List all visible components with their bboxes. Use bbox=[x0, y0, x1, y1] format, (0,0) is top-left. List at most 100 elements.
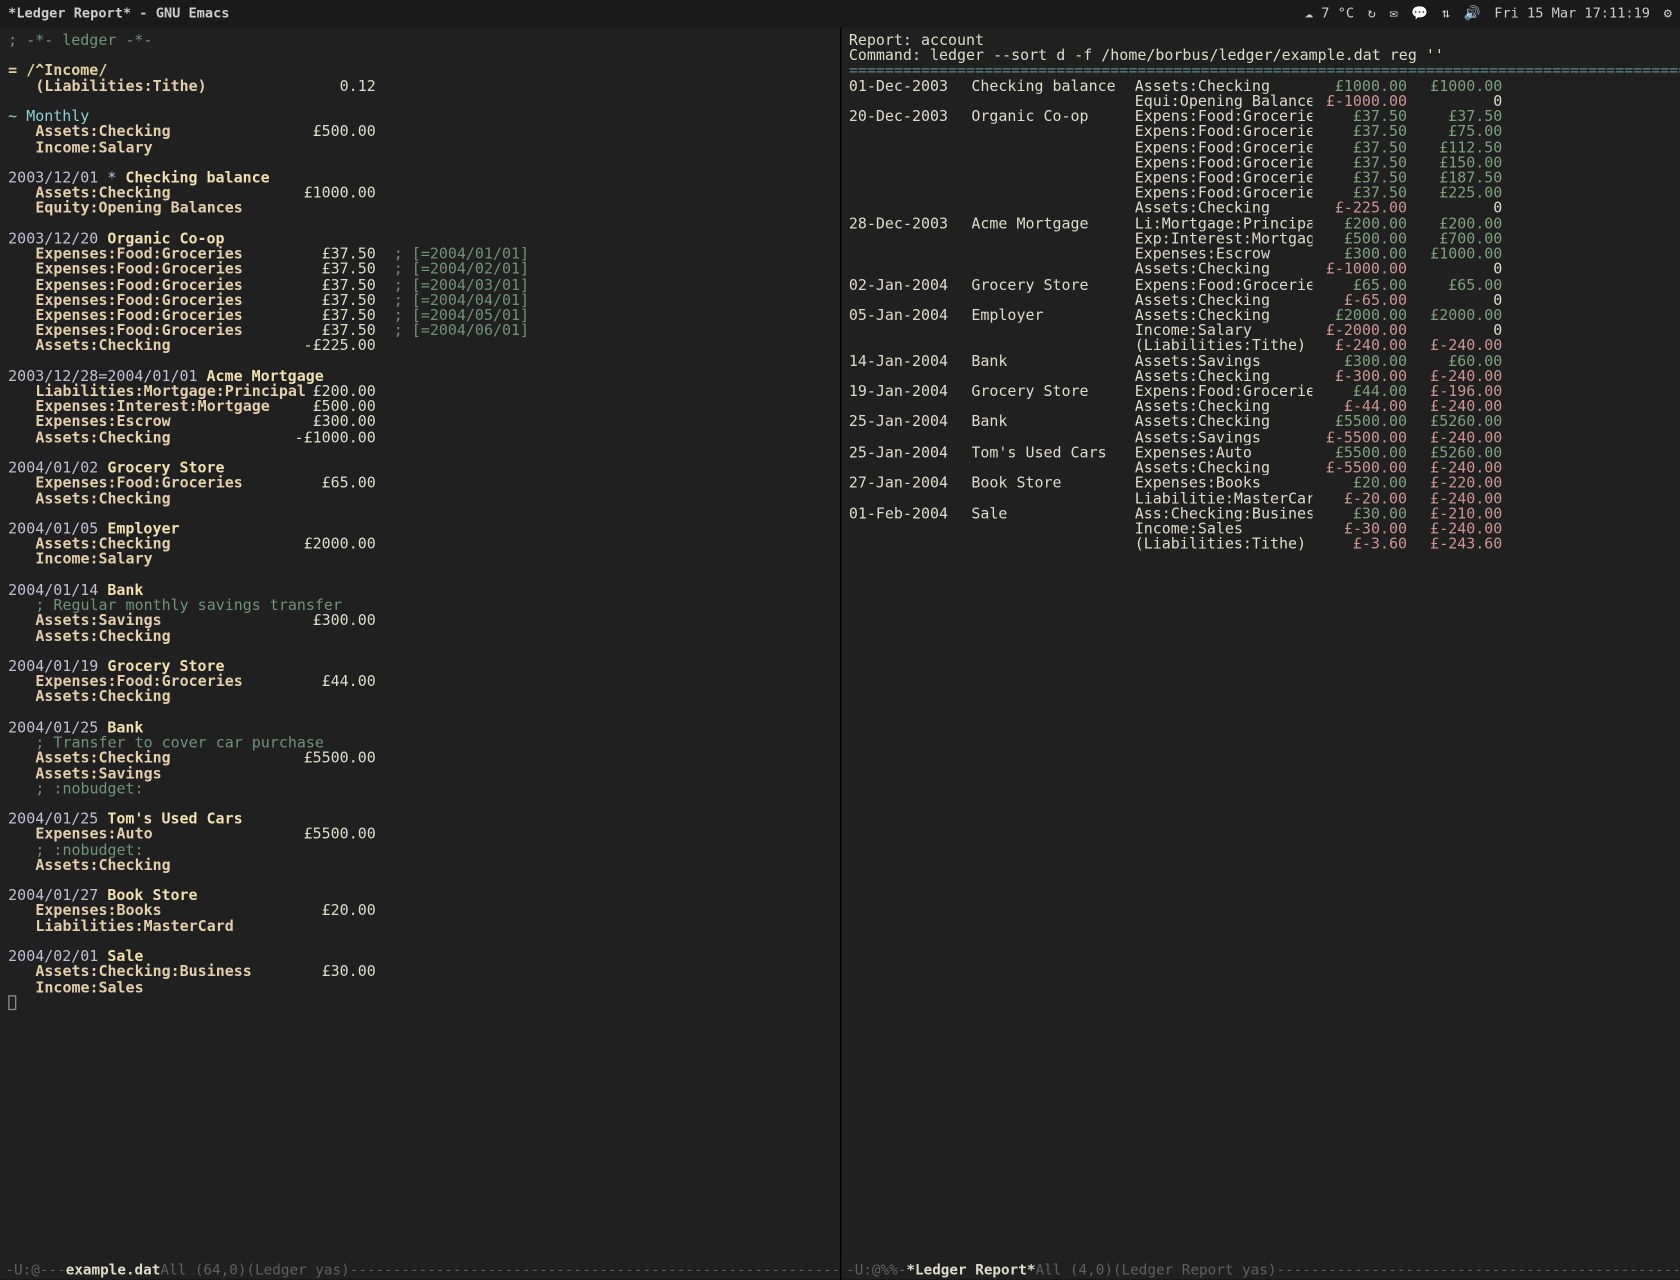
report-row[interactable]: Assets:Checking£-300.00£-240.00 bbox=[849, 369, 1672, 384]
report-row[interactable]: Assets:Checking£-44.00£-240.00 bbox=[849, 399, 1672, 414]
token-indent bbox=[8, 964, 35, 979]
report-payee bbox=[971, 231, 1134, 246]
source-line[interactable]: Expenses:Food:Groceries£65.00 bbox=[8, 476, 831, 491]
clock[interactable]: Fri 15 Mar 17:11:19 bbox=[1494, 6, 1650, 21]
report-row[interactable]: Expens:Food:Groceries£37.50£187.50 bbox=[849, 170, 1672, 185]
report-account: Assets:Checking bbox=[1135, 460, 1312, 475]
report-separator: ========================================… bbox=[849, 62, 1680, 80]
report-row[interactable]: Expenses:Escrow£300.00£1000.00 bbox=[849, 246, 1672, 261]
source-line[interactable]: Assets:Checking£500.00 bbox=[8, 124, 831, 139]
weather-indicator[interactable]: ☁ 7 °C bbox=[1305, 6, 1354, 21]
token-amt: £300.00 bbox=[280, 613, 375, 628]
source-line[interactable]: Income:Salary bbox=[8, 140, 831, 155]
modeline-position: All (4,0) bbox=[1035, 1261, 1112, 1277]
report-date bbox=[849, 231, 972, 246]
report-row[interactable]: (Liabilities:Tithe)£-240.00£-240.00 bbox=[849, 338, 1672, 353]
report-date bbox=[849, 185, 972, 200]
source-line[interactable]: Assets:Checking bbox=[8, 628, 831, 643]
report-balance: £-240.00 bbox=[1407, 491, 1502, 506]
report-row[interactable]: 27-Jan-2004Book StoreExpenses:Books£20.0… bbox=[849, 476, 1672, 491]
ledger-report-buffer[interactable]: Report: accountCommand: ledger --sort d … bbox=[841, 27, 1680, 1258]
report-row[interactable]: 19-Jan-2004Grocery StoreExpens:Food:Groc… bbox=[849, 384, 1672, 399]
source-line[interactable]: Income:Salary bbox=[8, 552, 831, 567]
window-title: *Ledger Report* - GNU Emacs bbox=[8, 6, 229, 21]
source-line[interactable]: Assets:Savings£300.00 bbox=[8, 613, 831, 628]
report-row[interactable]: Income:Sales£-30.00£-240.00 bbox=[849, 521, 1672, 536]
report-row[interactable]: Equi:Opening Balances£-1000.000 bbox=[849, 94, 1672, 109]
report-row[interactable]: Exp:Interest:Mortgage£500.00£700.00 bbox=[849, 231, 1672, 246]
source-line[interactable]: ; :nobudget: bbox=[8, 781, 831, 796]
report-row[interactable]: 01-Feb-2004SaleAss:Checking:Business£30.… bbox=[849, 506, 1672, 521]
token-account: Income:Sales bbox=[35, 980, 280, 995]
report-row[interactable]: Expens:Food:Groceries£37.50£150.00 bbox=[849, 155, 1672, 170]
report-amount: £-65.00 bbox=[1312, 292, 1407, 307]
ledger-source-buffer[interactable]: ; -*- ledger -*- = /^Income/ (Liabilitie… bbox=[0, 27, 839, 1258]
source-line[interactable]: Equity:Opening Balances bbox=[8, 201, 831, 216]
token-amt: -£1000.00 bbox=[280, 430, 375, 445]
source-line[interactable]: Expenses:Escrow£300.00 bbox=[8, 415, 831, 430]
source-line[interactable]: = /^Income/ bbox=[8, 63, 831, 78]
settings-gear-icon[interactable]: ⚙ bbox=[1664, 6, 1672, 21]
report-row[interactable]: Expens:Food:Groceries£37.50£112.50 bbox=[849, 140, 1672, 155]
report-amount: £-5500.00 bbox=[1312, 430, 1407, 445]
report-payee bbox=[971, 246, 1134, 261]
token-indent bbox=[8, 78, 35, 93]
left-modeline: -U:@--- example.dat All (64,0) (Ledger y… bbox=[0, 1259, 839, 1279]
source-line[interactable]: (Liabilities:Tithe)0.12 bbox=[8, 78, 831, 93]
source-line[interactable] bbox=[8, 94, 831, 109]
report-row[interactable]: 14-Jan-2004BankAssets:Savings£300.00£60.… bbox=[849, 353, 1672, 368]
report-row[interactable]: Income:Salary£-2000.000 bbox=[849, 323, 1672, 338]
token-amt: £44.00 bbox=[280, 674, 375, 689]
modeline-flags: -U:@%%- bbox=[846, 1261, 906, 1277]
token-amt: -£225.00 bbox=[280, 338, 375, 353]
report-row[interactable]: (Liabilities:Tithe)£-3.60£-243.60 bbox=[849, 537, 1672, 552]
network-icon[interactable]: ⇅ bbox=[1442, 6, 1450, 21]
report-row[interactable]: 28-Dec-2003Acme MortgageLi:Mortgage:Prin… bbox=[849, 216, 1672, 231]
source-line[interactable]: ; -*- ledger -*- bbox=[8, 33, 831, 48]
modeline-flags: -U:@--- bbox=[5, 1261, 65, 1277]
report-row[interactable]: 25-Jan-2004BankAssets:Checking£5500.00£5… bbox=[849, 415, 1672, 430]
report-account: Assets:Checking bbox=[1135, 308, 1312, 323]
report-row[interactable]: Liabilitie:MasterCard£-20.00£-240.00 bbox=[849, 491, 1672, 506]
volume-icon[interactable]: 🔊 bbox=[1464, 6, 1481, 21]
report-row[interactable]: 01-Dec-2003Checking balanceAssets:Checki… bbox=[849, 78, 1672, 93]
report-row[interactable]: Assets:Savings£-5500.00£-240.00 bbox=[849, 430, 1672, 445]
source-line[interactable]: Expenses:Books£20.00 bbox=[8, 903, 831, 918]
report-account: Expens:Food:Groceries bbox=[1135, 124, 1312, 139]
token-indent bbox=[8, 980, 35, 995]
token-account: Expenses:Books bbox=[35, 903, 280, 918]
token-account: Assets:Checking bbox=[35, 491, 280, 506]
report-row[interactable]: 20-Dec-2003Organic Co-opExpens:Food:Groc… bbox=[849, 109, 1672, 124]
report-row[interactable]: Expens:Food:Groceries£37.50£225.00 bbox=[849, 185, 1672, 200]
source-line[interactable]: Assets:Checking-£225.00 bbox=[8, 338, 831, 353]
source-line[interactable]: Assets:Checking bbox=[8, 857, 831, 872]
source-line[interactable]: ; :nobudget: bbox=[8, 842, 831, 857]
report-row[interactable]: Assets:Checking£-65.000 bbox=[849, 292, 1672, 307]
chat-icon[interactable]: 💬 bbox=[1411, 6, 1428, 21]
report-row[interactable]: Assets:Checking£-1000.000 bbox=[849, 262, 1672, 277]
report-row[interactable]: Assets:Checking£-225.000 bbox=[849, 201, 1672, 216]
report-account: Expens:Food:Groceries bbox=[1135, 155, 1312, 170]
report-payee bbox=[971, 338, 1134, 353]
report-account: Expens:Food:Groceries bbox=[1135, 185, 1312, 200]
report-row[interactable]: 05-Jan-2004EmployerAssets:Checking£2000.… bbox=[849, 308, 1672, 323]
report-payee: Acme Mortgage bbox=[971, 216, 1134, 231]
source-line[interactable]: Liabilities:MasterCard bbox=[8, 919, 831, 934]
report-row[interactable]: Assets:Checking£-5500.00£-240.00 bbox=[849, 460, 1672, 475]
refresh-icon[interactable]: ↻ bbox=[1368, 6, 1376, 21]
text-cursor bbox=[8, 995, 16, 1010]
source-line[interactable]: Assets:Checking bbox=[8, 491, 831, 506]
mail-icon[interactable]: ✉ bbox=[1389, 6, 1397, 21]
source-line[interactable]: Assets:Checking bbox=[8, 689, 831, 704]
token-indent bbox=[8, 277, 35, 292]
report-row[interactable]: 02-Jan-2004Grocery StoreExpens:Food:Groc… bbox=[849, 277, 1672, 292]
source-line[interactable] bbox=[8, 48, 831, 63]
source-line[interactable]: Assets:Checking:Business£30.00 bbox=[8, 964, 831, 979]
modeline-fill: ----------------------------------------… bbox=[1276, 1261, 1680, 1277]
source-line[interactable]: Income:Sales bbox=[8, 980, 831, 995]
report-balance: 0 bbox=[1407, 201, 1502, 216]
report-row[interactable]: 25-Jan-2004Tom's Used CarsExpenses:Auto£… bbox=[849, 445, 1672, 460]
report-row[interactable]: Expens:Food:Groceries£37.50£75.00 bbox=[849, 124, 1672, 139]
source-line[interactable]: Assets:Checking-£1000.00 bbox=[8, 430, 831, 445]
source-line[interactable]: Assets:Checking£5500.00 bbox=[8, 751, 831, 766]
